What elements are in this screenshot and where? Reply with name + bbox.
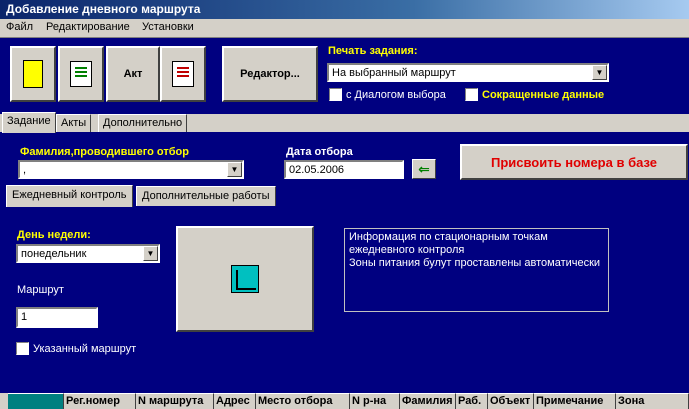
menu-file[interactable]: Файл bbox=[6, 21, 33, 33]
dialog-checkbox-label: с Диалогом выбора bbox=[346, 88, 446, 101]
grid-col-note[interactable]: Примечание bbox=[534, 393, 616, 409]
chevron-down-icon[interactable]: ▼ bbox=[227, 162, 242, 177]
surname-value: , bbox=[23, 164, 27, 176]
dialog-checkbox-row[interactable]: с Диалогом выбора bbox=[329, 88, 446, 101]
info-box: Информация по стационарным точкам ежедне… bbox=[344, 228, 609, 312]
print-mode-select[interactable]: На выбранный маршрут ▼ bbox=[327, 63, 609, 82]
weekday-value: понедельник bbox=[21, 248, 87, 260]
new-task-button[interactable] bbox=[10, 46, 56, 102]
route-label: Маршрут bbox=[17, 284, 64, 296]
print-task-label: Печать задания: bbox=[328, 45, 418, 57]
route-input[interactable]: 1 bbox=[16, 307, 98, 328]
specified-route-row[interactable]: ✔ Указанный маршрут bbox=[16, 342, 136, 355]
report-button[interactable] bbox=[160, 46, 206, 102]
akt-button[interactable]: Акт bbox=[106, 46, 160, 102]
grid-col-surname[interactable]: Фамилия bbox=[400, 393, 456, 409]
top-tabs: Задание Акты Дополнительно bbox=[0, 112, 689, 133]
assign-numbers-button[interactable]: Присвоить номера в базе bbox=[460, 144, 688, 180]
grid-col-selector[interactable] bbox=[8, 393, 64, 409]
surname-label: Фамилия,проводившего отбор bbox=[20, 146, 189, 158]
yellow-square-icon bbox=[23, 60, 43, 88]
editor-button[interactable]: Редактор... bbox=[222, 46, 318, 102]
chevron-down-icon[interactable]: ▼ bbox=[592, 65, 607, 80]
grid-header: Рег.номер N маршрута Адрес Место отбора … bbox=[0, 393, 689, 409]
menu-bar: Файл Редактирование Установки bbox=[0, 19, 689, 38]
grid-col-sample-place[interactable]: Место отбора bbox=[256, 393, 350, 409]
window-title: Добавление дневного маршрута bbox=[0, 0, 689, 19]
tab-daily-control[interactable]: Ежедневный контроль bbox=[6, 185, 133, 207]
report-icon bbox=[172, 61, 194, 87]
grid-col-district[interactable]: N р-на bbox=[350, 393, 400, 409]
info-line: Зоны питания булут проставлены автоматич… bbox=[349, 257, 601, 269]
tab-additional[interactable]: Дополнительно bbox=[98, 114, 188, 132]
arrow-left-button[interactable]: ⇐ bbox=[412, 159, 436, 179]
chevron-down-icon[interactable]: ▼ bbox=[143, 246, 158, 261]
date-label: Дата отбора bbox=[286, 146, 353, 158]
specified-route-label: Указанный маршрут bbox=[33, 342, 137, 355]
chart-icon bbox=[231, 265, 259, 293]
dialog-checkbox[interactable] bbox=[329, 88, 342, 101]
menu-edit[interactable]: Редактирование bbox=[46, 21, 130, 33]
weekday-select[interactable]: понедельник ▼ bbox=[16, 244, 160, 263]
grid-col-worker[interactable]: Раб. bbox=[456, 393, 488, 409]
weekday-label: День недели: bbox=[17, 229, 91, 241]
grid-col-object[interactable]: Объект bbox=[488, 393, 534, 409]
menu-settings[interactable]: Установки bbox=[142, 21, 194, 33]
route-chart-button[interactable] bbox=[176, 226, 314, 332]
specified-route-checkbox[interactable]: ✔ bbox=[16, 342, 29, 355]
surname-select[interactable]: , ▼ bbox=[18, 160, 244, 179]
tab-acts[interactable]: Акты bbox=[56, 114, 92, 132]
short-data-checkbox-row[interactable]: Сокращенные данные bbox=[465, 88, 604, 101]
document-button[interactable] bbox=[58, 46, 104, 102]
print-mode-value: На выбранный маршрут bbox=[332, 67, 456, 79]
grid-col-address[interactable]: Адрес bbox=[214, 393, 256, 409]
date-input[interactable]: 02.05.2006 bbox=[284, 160, 404, 179]
short-data-checkbox[interactable] bbox=[465, 88, 478, 101]
tab-task[interactable]: Задание bbox=[2, 112, 56, 133]
short-data-checkbox-label: Сокращенные данные bbox=[482, 88, 605, 101]
info-line: Информация по стационарным точкам bbox=[349, 231, 548, 243]
document-icon bbox=[70, 61, 92, 87]
grid-col-zone[interactable]: Зона bbox=[616, 393, 689, 409]
grid-col-route-number[interactable]: N маршрута bbox=[136, 393, 214, 409]
arrow-left-icon: ⇐ bbox=[418, 160, 430, 177]
tab-additional-works[interactable]: Дополнительные работы bbox=[136, 186, 276, 206]
info-line: ежедневного контроля bbox=[349, 244, 465, 256]
grid-col-reg-number[interactable]: Рег.номер bbox=[64, 393, 136, 409]
